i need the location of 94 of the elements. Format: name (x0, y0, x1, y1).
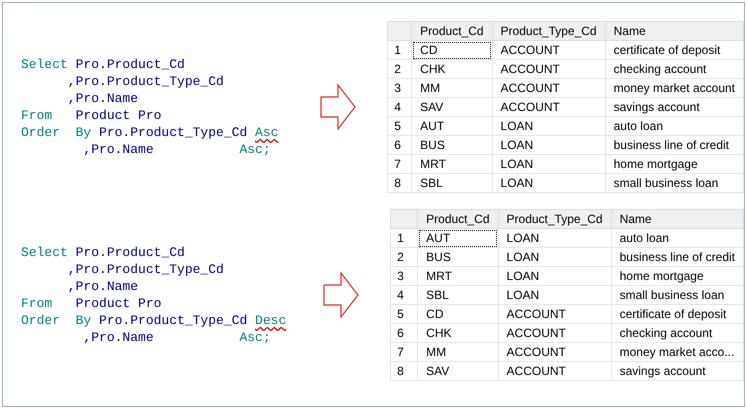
code-token: Select (21, 244, 68, 261)
code-token: ,Pro.Name (66, 278, 138, 295)
table-cell: MRT (412, 154, 492, 174)
table-cell: ACCOUNT (498, 342, 612, 362)
code-token: Pro.Product_Cd (74, 56, 185, 73)
table-cell: LOAN (492, 136, 606, 154)
arrow-icon (320, 83, 356, 131)
table-cell: LOAN (492, 116, 606, 136)
code-token: Desc (255, 312, 286, 329)
column-header[interactable]: Name (611, 210, 744, 228)
row-number: 1 (388, 40, 412, 60)
table-cell: ACCOUNT (492, 78, 606, 98)
table-cell: savings account (611, 362, 744, 380)
table-cell: checking account (605, 60, 744, 78)
row-number: 7 (388, 154, 412, 174)
table-cell: auto loan (611, 228, 744, 248)
row-number: 8 (388, 174, 412, 192)
table-cell: BUS (418, 248, 498, 266)
table-cell: ACCOUNT (492, 60, 606, 78)
row-number: 4 (388, 98, 412, 116)
code-token: Select (21, 56, 68, 73)
row-number: 2 (388, 60, 412, 78)
code-token: ,Pro.Name (82, 141, 154, 158)
table-cell: SAV (418, 362, 498, 380)
table-cell: savings account (605, 98, 744, 116)
code-token: Pro.Product_Type_Cd (98, 124, 248, 141)
code-token: Asc (255, 124, 278, 141)
table-cell: home mortgage (605, 154, 744, 174)
code-token: ,Pro.Product_Type_Cd (66, 261, 224, 278)
code-token: ,Pro.Name (66, 90, 138, 107)
code-token: Product Pro (74, 295, 162, 312)
row-number: 4 (390, 286, 418, 304)
table-cell: CD (412, 40, 492, 60)
code-token: Order By (21, 124, 92, 141)
table-cell: certificate of deposit (611, 304, 744, 324)
column-header[interactable]: Name (605, 22, 744, 40)
code-token: Pro.Product_Cd (74, 244, 185, 261)
code-token: ,Pro.Product_Type_Cd (66, 73, 224, 90)
code-token: From (21, 107, 52, 124)
table-cell: LOAN (498, 266, 612, 286)
table-cell: CD (418, 304, 498, 324)
table-cell: small business loan (605, 174, 744, 192)
row-number: 7 (390, 342, 418, 362)
table-cell: MM (412, 78, 492, 98)
table-cell: AUT (418, 228, 498, 248)
table-cell: MM (418, 342, 498, 362)
column-header[interactable]: Product_Type_Cd (492, 22, 606, 40)
table-cell: CHK (418, 324, 498, 342)
table-cell: ACCOUNT (492, 98, 606, 116)
row-number: 3 (388, 78, 412, 98)
row-number: 3 (390, 266, 418, 286)
table-cell: LOAN (498, 228, 612, 248)
table-cell: money market account (605, 78, 744, 98)
table-cell: checking account (611, 324, 744, 342)
row-number: 2 (390, 248, 418, 266)
row-number: 5 (390, 304, 418, 324)
row-number: 1 (390, 228, 418, 248)
table-cell: ACCOUNT (498, 304, 612, 324)
table-cell: business line of credit (605, 136, 744, 154)
code-token: ,Pro.Name (82, 329, 154, 346)
row-number: 8 (390, 362, 418, 380)
row-number: 6 (390, 324, 418, 342)
code-token: Pro.Product_Type_Cd (98, 312, 248, 329)
row-number: 5 (388, 116, 412, 136)
code-token: Order By (21, 312, 92, 329)
column-header[interactable]: Product_Cd (418, 210, 498, 228)
table-cell: ACCOUNT (492, 40, 606, 60)
table-cell: LOAN (498, 286, 612, 304)
column-header[interactable]: Product_Type_Cd (498, 210, 612, 228)
table-cell: SBL (412, 174, 492, 192)
code-token: Product Pro (74, 107, 162, 124)
table-cell: business line of credit (611, 248, 744, 266)
code-token: Asc; (238, 141, 271, 158)
table-cell: LOAN (492, 154, 606, 174)
table-cell: certificate of deposit (605, 40, 744, 60)
table-cell: CHK (412, 60, 492, 78)
code-token: Asc; (238, 329, 271, 346)
table-cell: ACCOUNT (498, 362, 612, 380)
table-cell: home mortgage (611, 266, 744, 286)
table-cell: ACCOUNT (498, 324, 612, 342)
table-cell: small business loan (611, 286, 744, 304)
table-cell: auto loan (605, 116, 744, 136)
table-cell: LOAN (498, 248, 612, 266)
column-header[interactable]: Product_Cd (412, 22, 492, 40)
table-cell: MRT (418, 266, 498, 286)
table-cell: LOAN (492, 174, 606, 192)
table-cell: AUT (412, 116, 492, 136)
table-cell: BUS (412, 136, 492, 154)
table-cell: SBL (418, 286, 498, 304)
table-cell: SAV (412, 98, 492, 116)
table-cell: money market acco... (611, 342, 744, 362)
row-number: 6 (388, 136, 412, 154)
arrow-icon (322, 271, 359, 319)
code-token: From (21, 295, 52, 312)
